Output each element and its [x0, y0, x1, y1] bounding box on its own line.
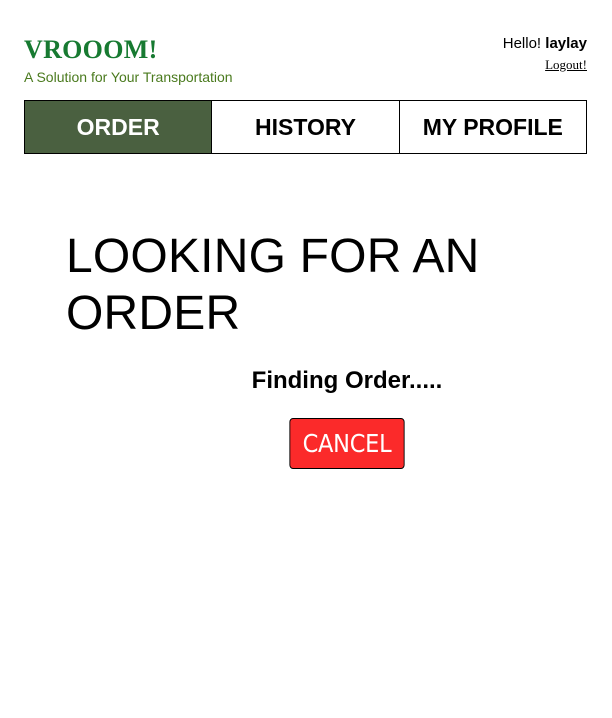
tab-order[interactable]: ORDER	[24, 100, 213, 154]
brand-title: VROOOM!	[24, 35, 158, 64]
tab-my-profile[interactable]: MY PROFILE	[399, 100, 587, 154]
brand-tagline: A Solution for Your Transportation	[24, 69, 233, 85]
username: laylay	[545, 35, 587, 52]
greeting-text: Hello!	[502, 35, 542, 52]
cancel-button[interactable]: CANCEL	[289, 418, 405, 469]
tab-history[interactable]: HISTORY	[212, 100, 400, 154]
brand-header: VROOOM! A Solution for Your Transportati…	[24, 34, 233, 86]
user-box: Hello! laylay Logout!	[503, 35, 587, 74]
greeting: Hello! laylay	[503, 35, 587, 53]
main-nav: ORDER HISTORY MY PROFILE	[24, 100, 587, 154]
logout-link[interactable]: Logout!	[545, 57, 587, 73]
finding-order-status: Finding Order.....	[251, 367, 443, 394]
page-title: LOOKING FOR AN ORDER	[66, 230, 480, 340]
